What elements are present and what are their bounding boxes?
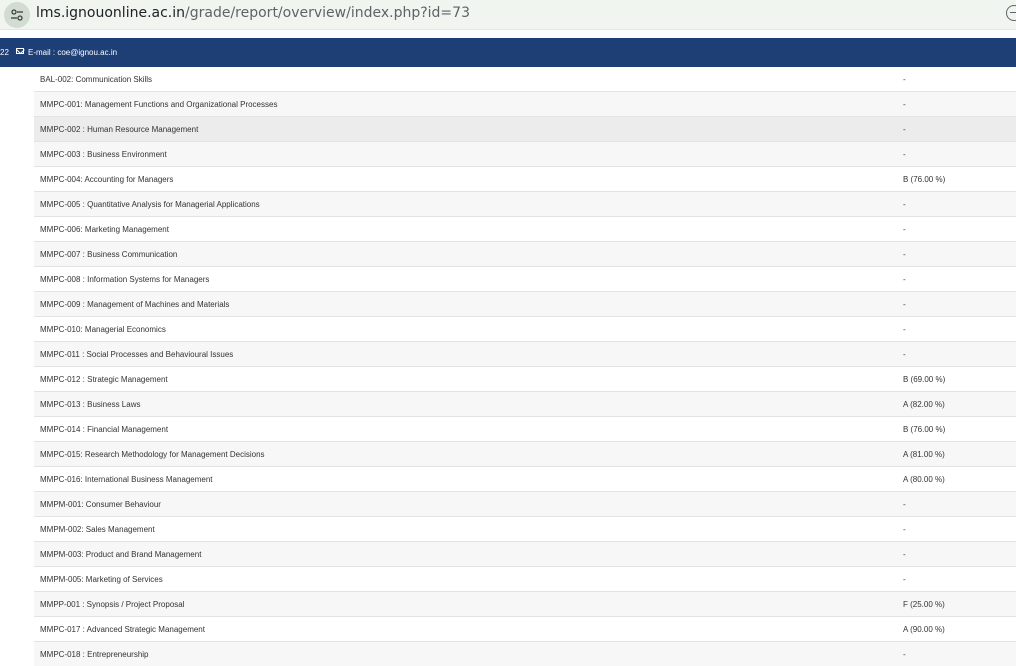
course-name[interactable]: MMPM-005: Marketing of Services xyxy=(40,575,163,584)
table-row[interactable]: BAL-002: Communication Skills - xyxy=(34,67,1016,92)
course-name[interactable]: MMPC-017 : Advanced Strategic Management xyxy=(40,625,205,634)
course-name[interactable]: MMPC-009 : Management of Machines and Ma… xyxy=(40,300,229,309)
table-row[interactable]: MMPC-012 : Strategic Management B (69.00 … xyxy=(34,367,1016,392)
course-name[interactable]: MMPC-015: Research Methodology for Manag… xyxy=(40,450,265,459)
course-grade: - xyxy=(903,350,906,359)
course-name[interactable]: MMPC-006: Marketing Management xyxy=(40,225,169,234)
course-name[interactable]: MMPC-002 : Human Resource Management xyxy=(40,125,198,134)
table-row[interactable]: MMPC-001: Management Functions and Organ… xyxy=(34,92,1016,117)
table-row[interactable]: MMPC-011 : Social Processes and Behaviou… xyxy=(34,342,1016,367)
course-grade: - xyxy=(903,225,906,234)
course-grade: - xyxy=(903,500,906,509)
course-grade: - xyxy=(903,150,906,159)
address-bar[interactable]: lms.ignouonline.ac.in/grade/report/overv… xyxy=(0,0,1016,30)
table-row[interactable]: MMPM-002: Sales Management - xyxy=(34,517,1016,542)
mail-icon xyxy=(16,48,24,54)
course-name[interactable]: MMPC-010: Managerial Economics xyxy=(40,325,166,334)
course-name[interactable]: MMPM-002: Sales Management xyxy=(40,525,155,534)
email-text[interactable]: E-mail : coe@ignou.ac.in xyxy=(28,48,117,57)
toolbar-gap xyxy=(0,30,1016,38)
table-row[interactable]: MMPC-016: International Business Managem… xyxy=(34,467,1016,492)
info-bar: 22 E-mail : coe@ignou.ac.in xyxy=(0,38,1016,67)
table-row[interactable]: MMPC-015: Research Methodology for Manag… xyxy=(34,442,1016,467)
course-grade: B (76.00 %) xyxy=(903,425,946,434)
table-row[interactable]: MMPC-006: Marketing Management - xyxy=(34,217,1016,242)
url-path: /grade/report/overview/index.php?id=73 xyxy=(185,5,470,21)
table-row[interactable]: MMPC-010: Managerial Economics - xyxy=(34,317,1016,342)
course-grade: - xyxy=(903,250,906,259)
url-text[interactable]: lms.ignouonline.ac.in/grade/report/overv… xyxy=(36,5,470,21)
course-name[interactable]: MMPM-001: Consumer Behaviour xyxy=(40,500,161,509)
course-grade: A (80.00 %) xyxy=(903,475,945,484)
course-grade: - xyxy=(903,650,906,659)
course-grade: - xyxy=(903,325,906,334)
table-row[interactable]: MMPC-003 : Business Environment - xyxy=(34,142,1016,167)
table-row[interactable]: MMPC-007 : Business Communication - xyxy=(34,242,1016,267)
course-name[interactable]: MMPM-003: Product and Brand Management xyxy=(40,550,201,559)
course-name[interactable]: MMPC-011 : Social Processes and Behaviou… xyxy=(40,350,233,359)
course-name[interactable]: MMPC-018 : Entrepreneurship xyxy=(40,650,149,659)
course-name[interactable]: MMPC-008 : Information Systems for Manag… xyxy=(40,275,209,284)
course-grade: B (69.00 %) xyxy=(903,375,946,384)
course-grade: A (90.00 %) xyxy=(903,625,945,634)
course-name[interactable]: MMPC-012 : Strategic Management xyxy=(40,375,168,384)
table-row[interactable]: MMPC-013 : Business Laws A (82.00 %) xyxy=(34,392,1016,417)
course-name[interactable]: MMPC-014 : Financial Management xyxy=(40,425,168,434)
course-name[interactable]: MMPP-001 : Synopsis / Project Proposal xyxy=(40,600,185,609)
course-name[interactable]: MMPC-001: Management Functions and Organ… xyxy=(40,100,277,109)
course-name[interactable]: MMPC-004: Accounting for Managers xyxy=(40,175,173,184)
table-row[interactable]: MMPM-003: Product and Brand Management - xyxy=(34,542,1016,567)
course-grade: - xyxy=(903,550,906,559)
course-grade: - xyxy=(903,275,906,284)
table-row[interactable]: MMPM-001: Consumer Behaviour - xyxy=(34,492,1016,517)
table-row[interactable]: MMPC-014 : Financial Management B (76.00 … xyxy=(34,417,1016,442)
table-row[interactable]: MMPP-001 : Synopsis / Project Proposal F … xyxy=(34,592,1016,617)
course-grade: - xyxy=(903,75,906,84)
course-grade: - xyxy=(903,200,906,209)
grade-table: BAL-002: Communication Skills - MMPC-001: … xyxy=(34,67,1016,666)
course-name[interactable]: MMPC-003 : Business Environment xyxy=(40,150,167,159)
course-grade: F (25.00 %) xyxy=(903,600,945,609)
table-row[interactable]: MMPM-005: Marketing of Services - xyxy=(34,567,1016,592)
table-row[interactable]: MMPC-018 : Entrepreneurship - xyxy=(34,642,1016,666)
table-row[interactable]: MMPC-017 : Advanced Strategic Management… xyxy=(34,617,1016,642)
zoom-out-icon[interactable] xyxy=(1006,5,1016,21)
course-name[interactable]: MMPC-016: International Business Managem… xyxy=(40,475,213,484)
course-grade: - xyxy=(903,300,906,309)
course-grade: - xyxy=(903,575,906,584)
course-grade: A (81.00 %) xyxy=(903,450,945,459)
table-row[interactable]: MMPC-009 : Management of Machines and Ma… xyxy=(34,292,1016,317)
info-bar-fragment: 22 xyxy=(0,48,9,57)
course-name[interactable]: MMPC-005 : Quantitative Analysis for Man… xyxy=(40,200,260,209)
url-host: lms.ignouonline.ac.in xyxy=(36,5,186,21)
course-grade: - xyxy=(903,125,906,134)
table-row[interactable]: MMPC-002 : Human Resource Management - xyxy=(34,117,1016,142)
table-row[interactable]: MMPC-008 : Information Systems for Manag… xyxy=(34,267,1016,292)
table-row[interactable]: MMPC-005 : Quantitative Analysis for Man… xyxy=(34,192,1016,217)
course-grade: - xyxy=(903,100,906,109)
course-name[interactable]: MMPC-013 : Business Laws xyxy=(40,400,140,409)
table-row[interactable]: MMPC-004: Accounting for Managers B (76.0… xyxy=(34,167,1016,192)
course-grade: - xyxy=(903,525,906,534)
course-name[interactable]: MMPC-007 : Business Communication xyxy=(40,250,177,259)
site-info-icon[interactable] xyxy=(4,2,30,28)
course-name[interactable]: BAL-002: Communication Skills xyxy=(40,75,152,84)
course-grade: B (76.00 %) xyxy=(903,175,946,184)
course-grade: A (82.00 %) xyxy=(903,400,945,409)
